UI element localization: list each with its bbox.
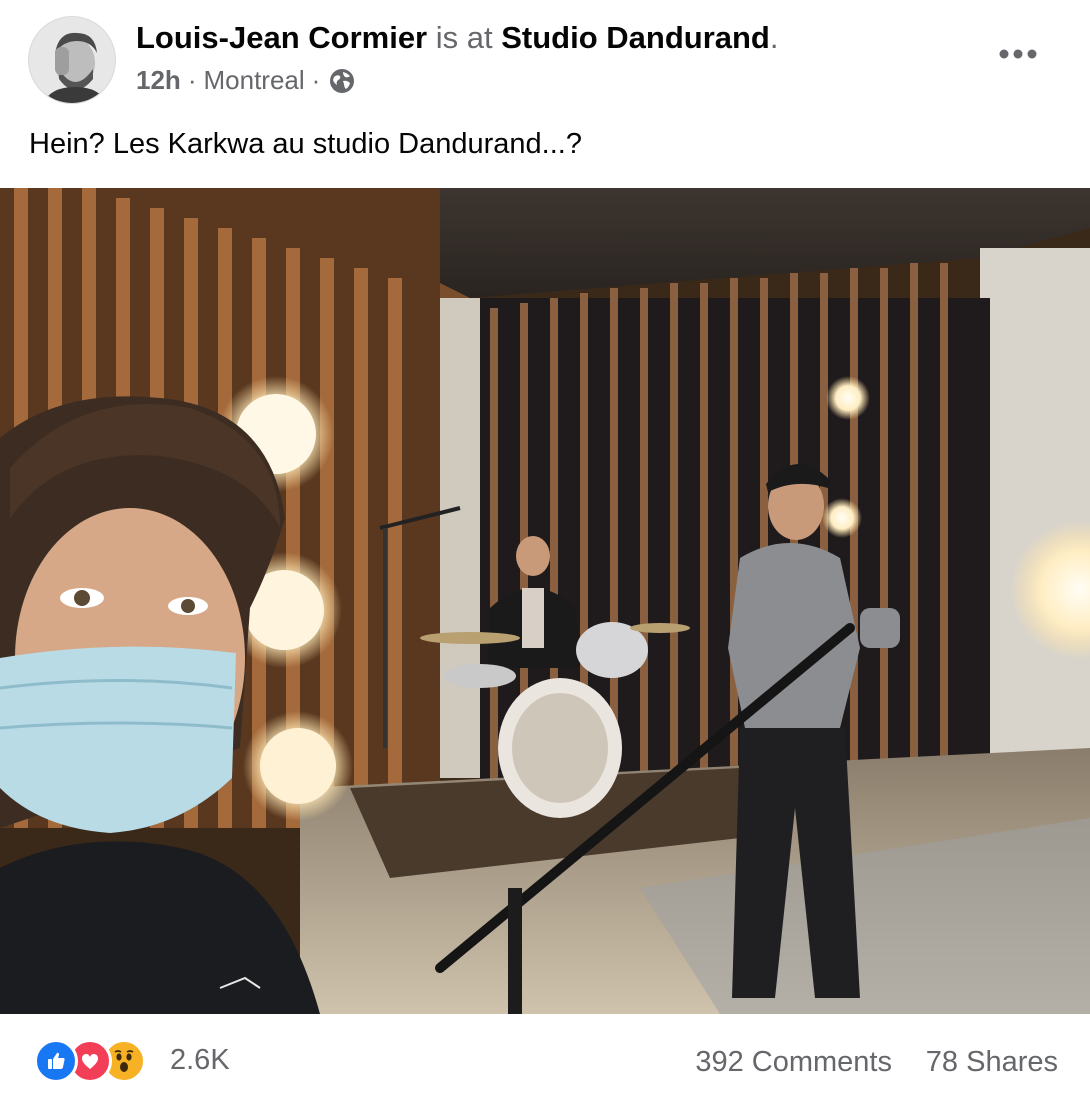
avatar-portrait-icon — [29, 17, 115, 103]
author-avatar[interactable] — [28, 16, 116, 104]
like-icon — [34, 1039, 78, 1083]
post-header: Louis-Jean Cormier is at Studio Danduran… — [0, 0, 1090, 120]
more-options-button[interactable] — [990, 34, 1046, 74]
place-link[interactable]: Studio Dandurand — [501, 20, 770, 55]
meta-separator: · — [187, 65, 197, 95]
author-line: Louis-Jean Cormier is at Studio Danduran… — [136, 18, 779, 58]
more-options-icon — [999, 49, 1037, 59]
comments-count-link[interactable]: 392 Comments — [695, 1042, 892, 1082]
globe-icon[interactable] — [329, 67, 355, 93]
author-name-link[interactable]: Louis-Jean Cormier — [136, 20, 427, 55]
reaction-icons[interactable] — [34, 1039, 146, 1083]
studio-photo-image — [0, 188, 1090, 1014]
post-meta: 12h · Montreal · — [136, 62, 355, 98]
shares-count-link[interactable]: 78 Shares — [926, 1042, 1058, 1082]
reaction-count[interactable]: 2.6K — [170, 1040, 230, 1080]
checkin-connector: is at — [427, 20, 502, 55]
post-location[interactable]: Montreal — [203, 62, 304, 98]
post-photo[interactable] — [0, 188, 1090, 1014]
period: . — [769, 20, 779, 55]
post-timestamp[interactable]: 12h — [136, 62, 181, 98]
post-text: Hein? Les Karkwa au studio Dandurand...? — [29, 128, 582, 160]
meta-separator-2: · — [311, 65, 321, 95]
